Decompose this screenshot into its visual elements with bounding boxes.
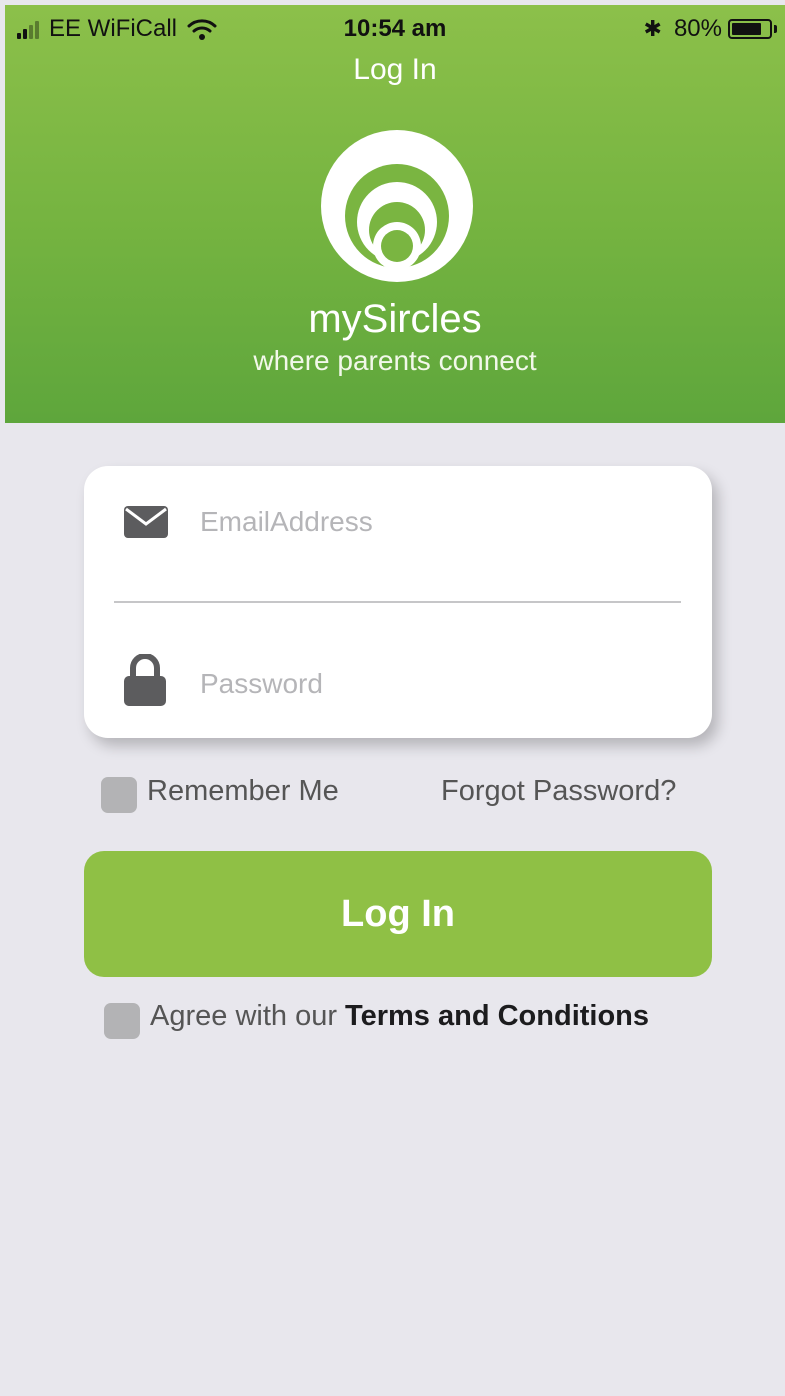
email-input[interactable] [200,502,680,542]
status-right: ✱ 80% [644,15,777,43]
brand-tagline: where parents connect [253,345,537,376]
status-bar: EE WiFiCall 10:54 am ✱ 80% [5,5,785,49]
terms-and-conditions-link[interactable]: Terms and Conditions [345,1000,649,1032]
brand-name: mySircles [308,297,482,341]
login-card [84,466,712,738]
battery-percent: 80% [673,15,722,42]
mysircles-logo [321,130,473,282]
app-screen: EE WiFiCall 10:54 am ✱ 80% Log In mySirc… [5,5,785,1396]
header-banner: EE WiFiCall 10:54 am ✱ 80% Log In mySirc… [5,5,785,423]
agree-terms-prefix: Agree with our [150,1000,346,1032]
battery-icon [728,19,777,39]
password-input[interactable] [200,664,680,704]
agree-terms-checkbox[interactable] [104,1003,140,1039]
page-title: Log In [353,53,437,86]
login-button[interactable]: Log In [84,851,712,977]
forgot-password-link[interactable]: Forgot Password? [441,775,676,808]
lock-icon [124,654,166,706]
remember-me-label[interactable]: Remember Me [147,775,339,808]
bluetooth-icon: ✱ [643,16,662,41]
field-divider [114,601,681,603]
agree-terms-row: Agree with our Terms and Conditions [150,1000,649,1033]
remember-me-checkbox[interactable] [101,777,137,813]
battery-fill [732,23,761,35]
envelope-icon [124,506,168,538]
